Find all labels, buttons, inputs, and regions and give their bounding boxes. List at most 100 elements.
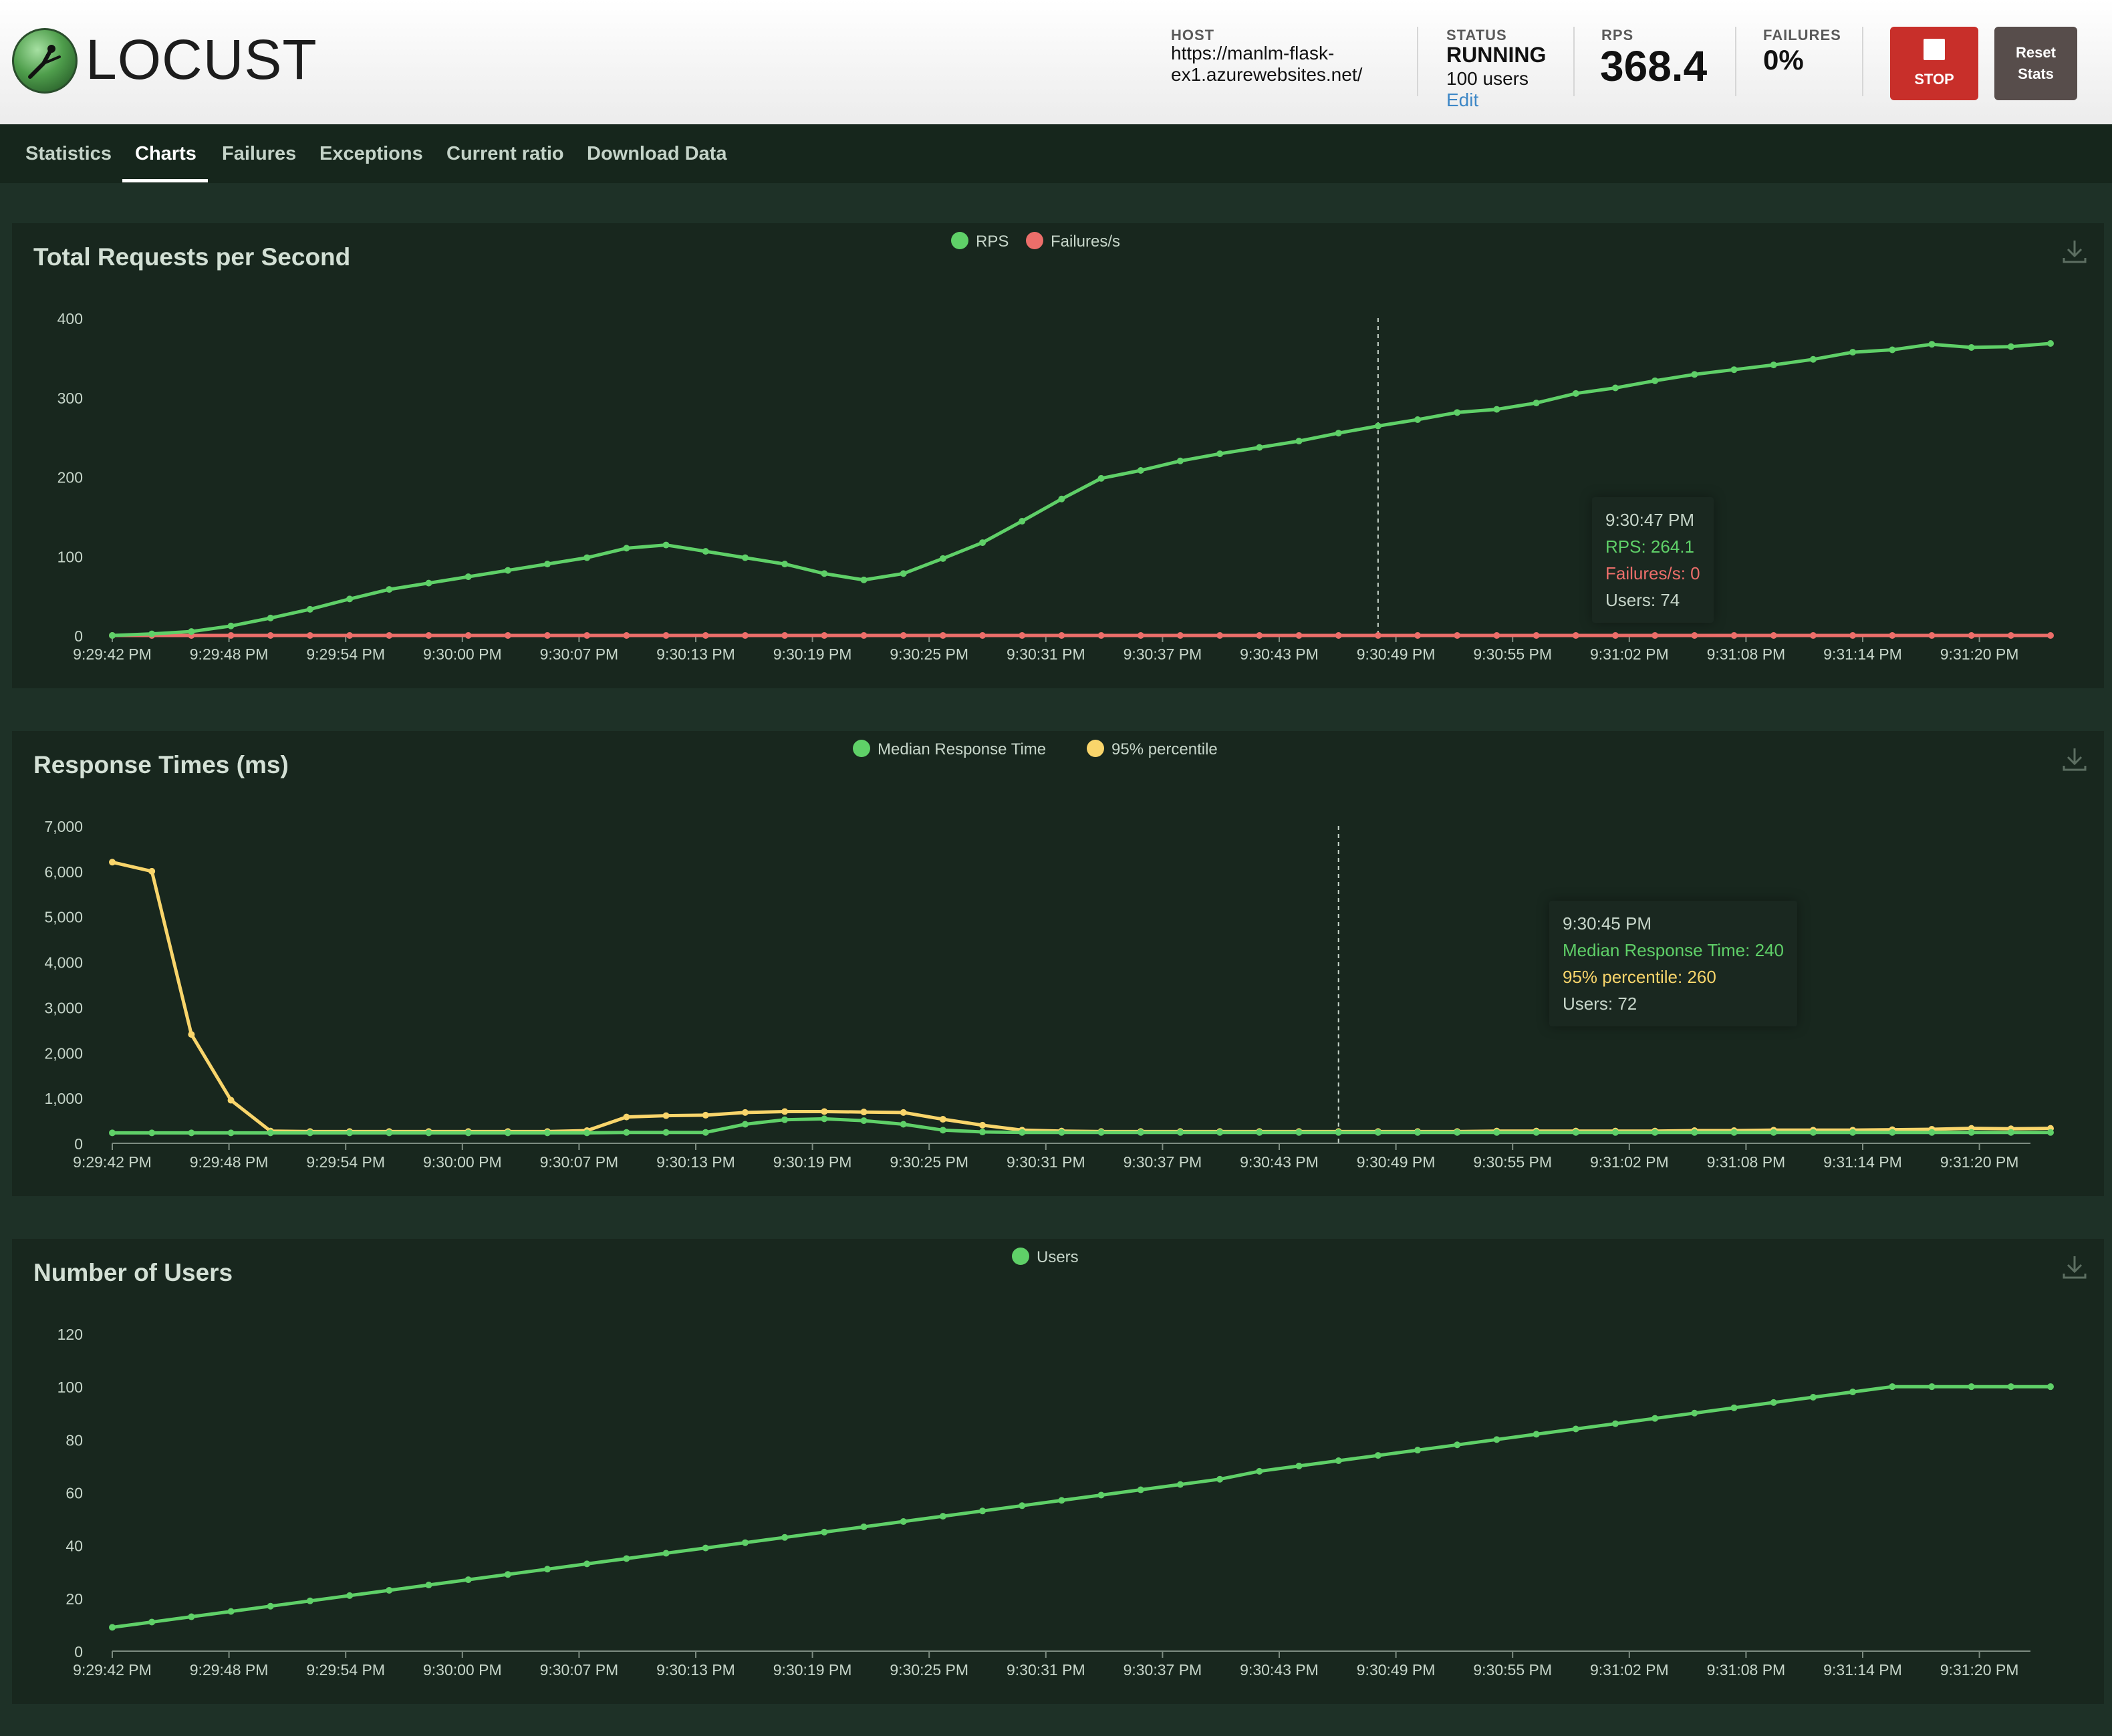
status-value: RUNNING bbox=[1446, 43, 1547, 67]
tab-download-data[interactable]: Download Data bbox=[587, 143, 727, 165]
data-point bbox=[1058, 1129, 1065, 1136]
data-point bbox=[702, 1111, 709, 1119]
x-tick-label: 9:30:19 PM bbox=[773, 1153, 852, 1171]
x-tick-label: 9:29:42 PM bbox=[73, 645, 152, 663]
users-line-chart: Users 0 20 40 60 80 100 120 9:29:42 PM 9:29:48 PM… bbox=[57, 1248, 2054, 1679]
x-tick-label: 9:30:13 PM bbox=[656, 1661, 735, 1679]
data-point bbox=[386, 632, 393, 639]
data-point bbox=[702, 548, 709, 555]
data-point bbox=[2047, 1129, 2054, 1136]
reset-stats-button[interactable]: Reset Stats bbox=[1994, 27, 2077, 100]
data-point bbox=[544, 561, 551, 568]
data-point bbox=[1849, 1389, 1857, 1396]
data-point bbox=[939, 555, 946, 562]
data-point bbox=[623, 1129, 630, 1136]
data-point bbox=[860, 1117, 868, 1125]
data-point bbox=[702, 1129, 709, 1136]
data-point bbox=[1137, 467, 1144, 474]
data-point bbox=[227, 632, 235, 639]
x-tick-label: 9:31:02 PM bbox=[1590, 1661, 1669, 1679]
tab-current-ratio[interactable]: Current ratio bbox=[446, 143, 564, 165]
x-tick-label: 9:31:08 PM bbox=[1707, 645, 1786, 663]
data-point bbox=[1137, 1486, 1144, 1493]
data-point bbox=[1730, 632, 1738, 639]
data-point bbox=[1019, 518, 1026, 525]
edit-users-link[interactable]: Edit bbox=[1446, 90, 1478, 111]
data-point bbox=[623, 1555, 630, 1562]
data-point bbox=[346, 632, 354, 639]
users-chart-panel: Number of Users Users 0 20 40 60 80 100 120 9:29… bbox=[12, 1239, 2104, 1704]
x-tick-label: 9:30:43 PM bbox=[1240, 1661, 1319, 1679]
header-divider bbox=[1735, 27, 1736, 96]
data-point bbox=[781, 1116, 789, 1123]
x-tick-label: 9:30:19 PM bbox=[773, 1661, 852, 1679]
data-point bbox=[306, 605, 313, 613]
data-point bbox=[821, 1115, 828, 1123]
data-point bbox=[1809, 1394, 1817, 1401]
data-point bbox=[939, 1513, 946, 1520]
host-line-1: https://manlm-flask- bbox=[1171, 43, 1335, 63]
data-point bbox=[1414, 416, 1422, 423]
data-point bbox=[227, 622, 235, 629]
data-point bbox=[1611, 1129, 1619, 1136]
y-tick-label: 0 bbox=[74, 1643, 83, 1660]
failures-value: 0% bbox=[1763, 44, 1804, 76]
x-tick-label: 9:29:48 PM bbox=[190, 645, 269, 663]
data-point bbox=[425, 579, 432, 587]
data-point bbox=[1414, 632, 1422, 639]
x-tick-label: 9:30:49 PM bbox=[1357, 1153, 1436, 1171]
tab-statistics[interactable]: Statistics bbox=[25, 143, 112, 165]
data-point bbox=[148, 630, 156, 637]
data-point bbox=[860, 1523, 868, 1530]
x-tick-label: 9:30:19 PM bbox=[773, 645, 852, 663]
data-point bbox=[1414, 1447, 1422, 1454]
y-tick-label: 1,000 bbox=[44, 1090, 83, 1107]
header-divider bbox=[1862, 27, 1863, 96]
data-point bbox=[623, 632, 630, 639]
data-point bbox=[1256, 444, 1263, 451]
tab-charts[interactable]: Charts bbox=[135, 143, 196, 165]
data-point bbox=[1652, 1415, 1659, 1422]
x-tick-label: 9:30:37 PM bbox=[1124, 1661, 1202, 1679]
stop-button[interactable]: STOP bbox=[1890, 27, 1978, 100]
data-point bbox=[1216, 450, 1224, 458]
data-point bbox=[1730, 366, 1738, 374]
legend-swatch bbox=[1087, 740, 1104, 757]
data-point bbox=[1493, 1436, 1500, 1443]
data-point bbox=[1652, 377, 1659, 384]
x-tick-label: 9:30:13 PM bbox=[656, 645, 735, 663]
legend-label: Failures/s bbox=[1051, 233, 1120, 251]
data-point bbox=[623, 545, 630, 552]
data-point bbox=[1493, 1129, 1500, 1136]
legend-label: Users bbox=[1037, 1248, 1079, 1266]
host-label: HOST bbox=[1171, 27, 1215, 43]
data-point bbox=[662, 632, 670, 639]
y-tick-label: 80 bbox=[65, 1431, 83, 1449]
data-point bbox=[1889, 1129, 1896, 1136]
data-point bbox=[860, 632, 868, 639]
data-point bbox=[425, 1129, 432, 1137]
tab-failures[interactable]: Failures bbox=[222, 143, 296, 165]
data-point bbox=[1493, 406, 1500, 413]
y-tick-label: 400 bbox=[57, 310, 83, 327]
x-tick-label: 9:30:31 PM bbox=[1007, 1153, 1085, 1171]
data-point bbox=[623, 1113, 630, 1121]
data-point bbox=[148, 1129, 156, 1137]
x-tick-label: 9:31:02 PM bbox=[1590, 645, 1669, 663]
data-point bbox=[741, 1121, 749, 1128]
stop-icon bbox=[1924, 39, 1945, 60]
data-point bbox=[1770, 1399, 1777, 1406]
data-point bbox=[860, 1109, 868, 1116]
data-point bbox=[1968, 1383, 1975, 1391]
tooltip-line: Median Response Time: 240 bbox=[1563, 940, 1784, 960]
data-point bbox=[662, 1129, 670, 1136]
y-tick-label: 100 bbox=[57, 548, 83, 565]
data-point bbox=[1889, 1383, 1896, 1391]
y-tick-label: 7,000 bbox=[44, 818, 83, 835]
tab-exceptions[interactable]: Exceptions bbox=[319, 143, 423, 165]
x-tick-label: 9:30:55 PM bbox=[1473, 1153, 1552, 1171]
data-point bbox=[1928, 341, 1936, 348]
data-point bbox=[267, 1129, 274, 1137]
x-tick-label: 9:30:07 PM bbox=[540, 1153, 619, 1171]
data-point bbox=[1256, 1129, 1263, 1136]
